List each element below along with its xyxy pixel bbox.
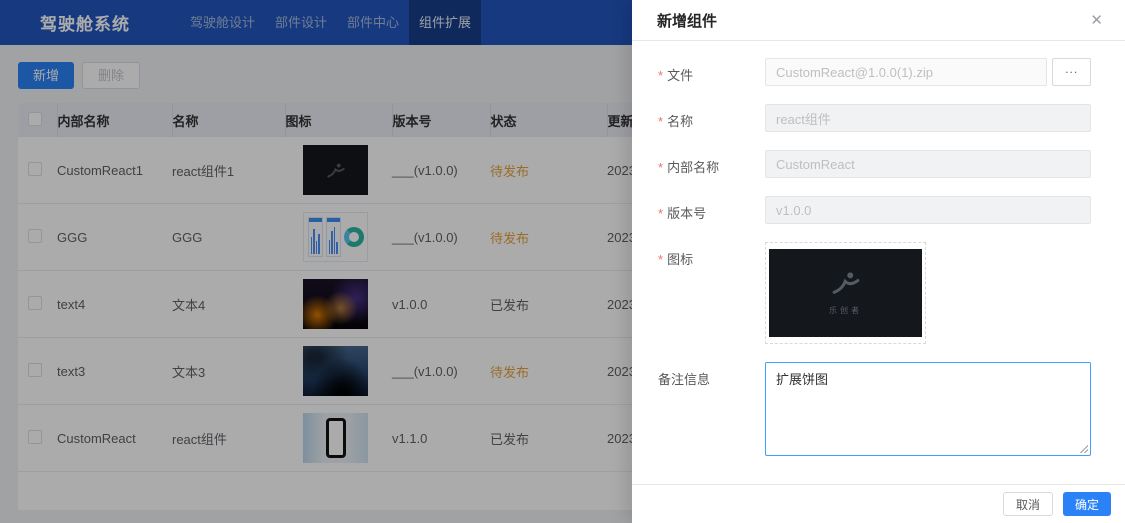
internal-name-field[interactable] <box>765 150 1091 178</box>
drawer-form: 文件 ... 名称 内部名称 版本号 图标 <box>632 41 1125 456</box>
add-component-drawer: 新增组件 ✕ 文件 ... 名称 内部名称 版本号 图标 <box>632 0 1125 523</box>
logo-figure-icon <box>829 270 863 301</box>
form-row-version: 版本号 <box>658 196 1091 224</box>
drawer-header: 新增组件 ✕ <box>632 0 1125 41</box>
remark-field[interactable]: 扩展饼图 <box>765 362 1091 456</box>
icon-field-label: 图标 <box>658 242 765 344</box>
form-row-internal-name: 内部名称 <box>658 150 1091 178</box>
file-field[interactable] <box>765 58 1047 86</box>
browse-file-button[interactable]: ... <box>1052 58 1091 86</box>
form-row-name: 名称 <box>658 104 1091 132</box>
name-field-label: 名称 <box>658 104 765 132</box>
drawer-title: 新增组件 <box>657 10 717 31</box>
close-icon[interactable]: ✕ <box>1090 13 1103 28</box>
drawer-footer: 取消 确定 <box>632 484 1125 523</box>
form-row-remark: 备注信息 扩展饼图 <box>658 362 1091 456</box>
internal-name-field-label: 内部名称 <box>658 150 765 178</box>
cancel-button[interactable]: 取消 <box>1003 492 1053 516</box>
file-field-label: 文件 <box>658 58 765 86</box>
form-row-icon: 图标 乐创者 <box>658 242 1091 344</box>
version-field[interactable] <box>765 196 1091 224</box>
app: 驾驶舱系统 驾驶舱设计部件设计部件中心组件扩展 新增 删除 内部名称名称图标版本… <box>0 0 1125 523</box>
version-field-label: 版本号 <box>658 196 765 224</box>
icon-upload-area[interactable]: 乐创者 <box>765 242 926 344</box>
confirm-button[interactable]: 确定 <box>1063 492 1111 516</box>
form-row-file: 文件 ... <box>658 58 1091 86</box>
name-field[interactable] <box>765 104 1091 132</box>
icon-preview-image: 乐创者 <box>769 249 922 337</box>
logo-caption: 乐创者 <box>829 305 862 316</box>
remark-field-label: 备注信息 <box>658 362 765 456</box>
